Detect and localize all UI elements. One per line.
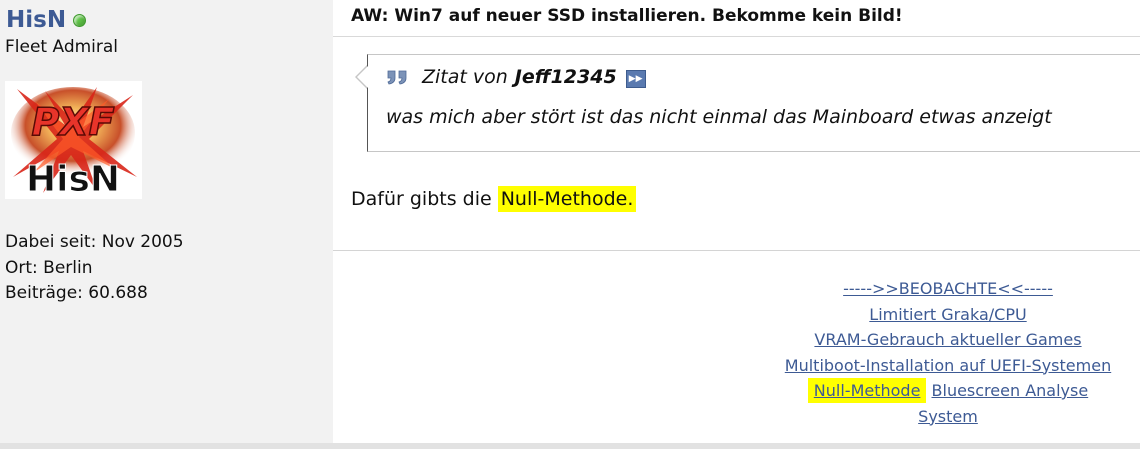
post-title: AW: Win7 auf neuer SSD installieren. Bek… — [351, 6, 903, 26]
signature-link-vram[interactable]: VRAM-Gebrauch aktueller Games — [814, 330, 1081, 349]
quote-block: Zitat von Jeff12345 ▶▶ was mich aber stö… — [355, 54, 1140, 152]
user-joined: Dabei seit: Nov 2005 — [5, 232, 184, 252]
post-body: Dafür gibts die Null-Methode. — [351, 186, 637, 212]
signature-link-bluescreen[interactable]: Bluescreen Analyse — [932, 381, 1089, 400]
user-post-count: Beiträge: 60.688 — [5, 283, 148, 303]
quote-header: Zitat von Jeff12345 ▶▶ — [386, 66, 646, 88]
avatar-text-top: PXF — [31, 100, 114, 144]
username-link[interactable]: HisN — [6, 7, 66, 33]
online-status-icon — [73, 13, 87, 27]
signature-link-system[interactable]: System — [918, 407, 978, 426]
post-content: AW: Win7 auf neuer SSD installieren. Bek… — [333, 0, 1140, 443]
user-avatar[interactable]: PXF HisN — [5, 81, 142, 199]
quote-icon — [387, 70, 407, 85]
quote-text: was mich aber stört ist das nicht einmal… — [386, 106, 1052, 128]
quote-arrow-fill — [357, 66, 368, 88]
quote-author: Jeff12345 — [514, 66, 617, 88]
username-row: HisN — [6, 5, 87, 35]
user-location: Ort: Berlin — [5, 257, 93, 278]
bottom-border — [0, 443, 1140, 449]
user-rank: Fleet Admiral — [5, 37, 119, 57]
title-divider — [333, 36, 1140, 37]
signature-divider — [333, 250, 1140, 251]
goto-post-icon[interactable]: ▶▶ — [625, 70, 646, 88]
signature-link-multiboot[interactable]: Multiboot-Installation auf UEFI-Systemen — [785, 356, 1111, 375]
user-info: Dabei seit: Nov 2005 Ort: Berlin Beiträg… — [5, 230, 184, 307]
signature-link-limitiert[interactable]: Limitiert Graka/CPU — [869, 305, 1026, 324]
highlighted-text: Null-Methode. — [497, 186, 637, 212]
signature-link-beobachte[interactable]: ----->>BEOBACHTE<<----- — [843, 279, 1053, 298]
post-text: Dafür gibts die — [351, 188, 498, 210]
signature: ----->>BEOBACHTE<<----- Limitiert Graka/… — [763, 276, 1133, 429]
signature-link-null-methode[interactable]: Null-Methode — [807, 378, 927, 403]
quote-prefix: Zitat von — [422, 66, 508, 88]
avatar-text-bottom: HisN — [26, 159, 120, 199]
user-sidebar: HisN Fleet Admiral PXF HisN Dabei seit: … — [0, 0, 333, 443]
